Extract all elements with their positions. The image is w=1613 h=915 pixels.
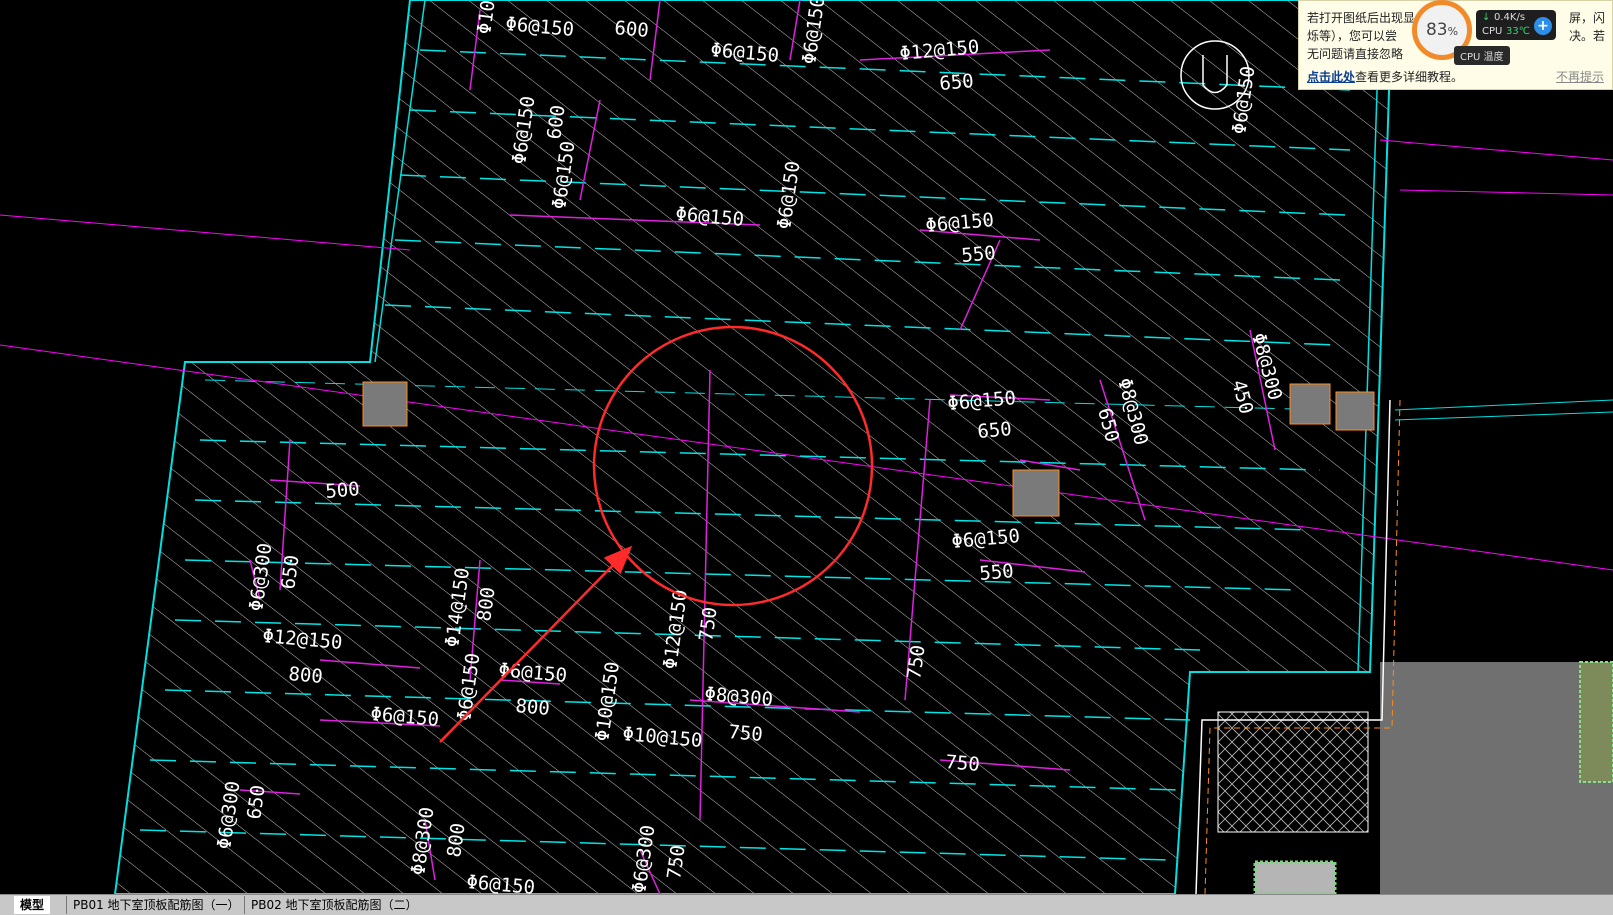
dimension-label: 750 (728, 721, 764, 746)
notification-line: 决。若 (1569, 29, 1606, 43)
notification-line: 屏，闪 (1569, 11, 1606, 25)
dimension-label: 750 (945, 751, 981, 776)
dimension-label: 550 (961, 242, 997, 267)
layout-tab-bar: 模型 PB01 地下室顶板配筋图（一） PB02 地下室顶板配筋图（二） (0, 894, 1613, 915)
column (1335, 391, 1375, 431)
tutorial-link-suffix: 查看更多详细教程。 (1355, 70, 1464, 84)
column (1012, 469, 1060, 517)
dimension-label: 500 (325, 478, 361, 503)
tab-pb02[interactable]: PB02 地下室顶板配筋图（二） (244, 896, 424, 914)
dimension-label: 650 (939, 70, 975, 95)
notification-line: 无问题请直接忽略 (1307, 47, 1404, 61)
tab-model[interactable]: 模型 (14, 896, 51, 914)
cpu-temp-value: 33℃ (1506, 26, 1530, 37)
notification-line: 烁等），您可以尝 (1307, 29, 1398, 43)
plus-icon[interactable]: + (1534, 17, 1552, 35)
cad-drawing-canvas[interactable]: Φ6@150 600 Φ6@150 Φ10@ Φ6@150 Φ12@150 65… (0, 0, 1613, 894)
column (362, 381, 408, 427)
dimension-label: 550 (979, 560, 1015, 585)
dimension-label: 600 (614, 17, 650, 42)
net-speed: 0.4K/s (1494, 12, 1526, 23)
cpu-load-value: 83 (1425, 20, 1448, 40)
notification-line: 若打开图纸后出现显 (1307, 11, 1416, 25)
dimension-label: 650 (977, 418, 1013, 443)
dimension-label: 800 (515, 695, 551, 720)
dimension-label: 800 (288, 663, 324, 688)
tutorial-link[interactable]: 点击此处 (1307, 70, 1355, 84)
dont-show-again-link[interactable]: 不再提示 (1556, 68, 1604, 85)
cpu-temp-title: CPU 温度 (1454, 46, 1510, 65)
column (1289, 383, 1331, 425)
cpu-temp-label: CPU (1482, 26, 1503, 37)
tab-pb01[interactable]: PB01 地下室顶板配筋图（一） (66, 896, 246, 914)
cpu-load-percent: % (1447, 25, 1459, 38)
download-arrow-icon: ↓ (1482, 12, 1491, 23)
